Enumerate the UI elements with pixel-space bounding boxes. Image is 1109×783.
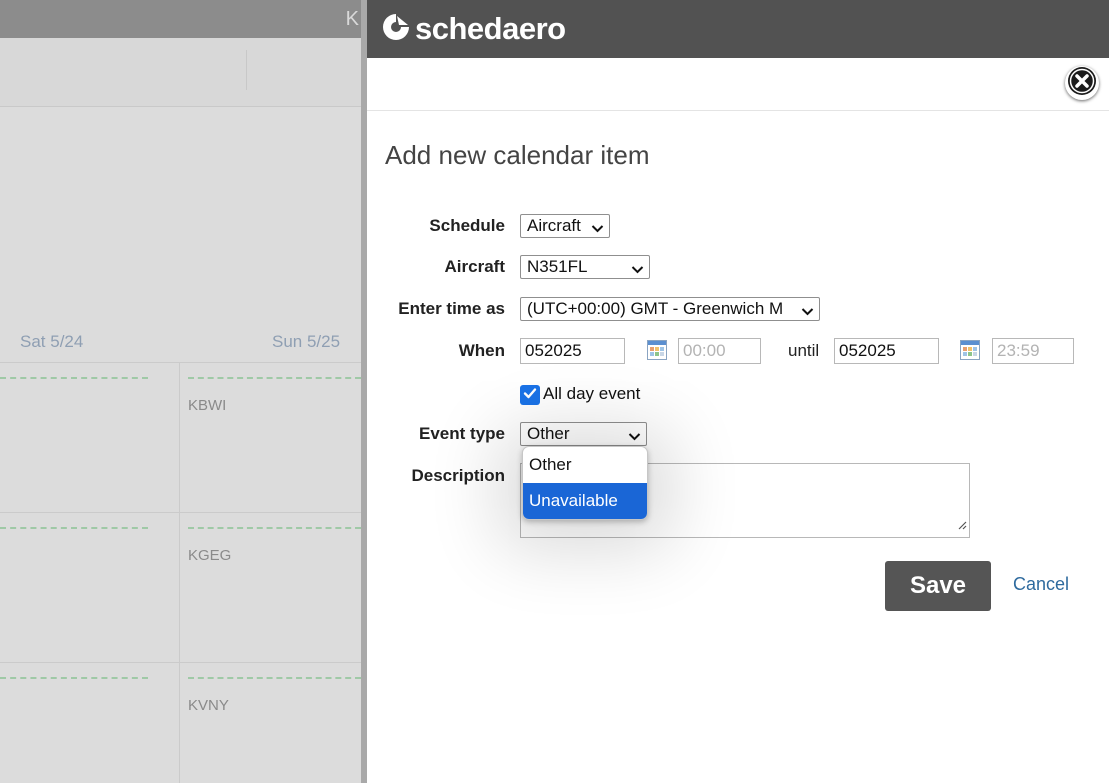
timezone-value: (UTC+00:00) GMT - Greenwich M bbox=[527, 299, 784, 318]
when-label: When bbox=[458, 341, 505, 360]
event-type-value: Other bbox=[527, 424, 570, 443]
airport-code: KVNY bbox=[188, 697, 229, 714]
schedule-select[interactable]: Aircraft bbox=[520, 214, 610, 238]
end-calendar-icon[interactable] bbox=[960, 340, 980, 360]
aircraft-select[interactable]: N351FL bbox=[520, 255, 650, 279]
aircraft-label: Aircraft bbox=[444, 257, 505, 276]
schedule-dash-line bbox=[0, 377, 148, 379]
until-label: until bbox=[788, 341, 820, 360]
close-button[interactable] bbox=[1065, 66, 1099, 100]
save-button[interactable]: Save bbox=[885, 561, 991, 611]
close-icon bbox=[1067, 66, 1097, 101]
schedule-value: Aircraft bbox=[527, 216, 581, 235]
all-day-checkbox[interactable] bbox=[520, 385, 540, 405]
event-type-dropdown: Other Unavailable bbox=[522, 446, 648, 520]
toolbar-separator bbox=[246, 50, 247, 90]
airport-code: KBWI bbox=[188, 397, 227, 414]
option-unavailable[interactable]: Unavailable bbox=[523, 483, 647, 519]
chevron-down-icon bbox=[591, 220, 604, 237]
calendar-toolbar bbox=[0, 38, 361, 107]
add-calendar-item-panel: schedaero Add new calendar item Schedule… bbox=[367, 0, 1109, 783]
end-date-input[interactable]: 052025 bbox=[834, 338, 939, 364]
airport-code: KGEG bbox=[188, 547, 232, 564]
end-time-input[interactable]: 23:59 bbox=[992, 338, 1074, 364]
chevron-down-icon bbox=[631, 261, 644, 278]
row-divider bbox=[0, 662, 361, 663]
option-other[interactable]: Other bbox=[523, 447, 647, 483]
cancel-link[interactable]: Cancel bbox=[1013, 574, 1069, 595]
background-calendar: K Sat 5/24 Sun 5/25 KBWI KGEG KVNY bbox=[0, 0, 361, 783]
schedule-dash-line bbox=[0, 527, 148, 529]
schedule-dash-line bbox=[188, 527, 361, 529]
description-label: Description bbox=[411, 466, 505, 485]
row-divider bbox=[0, 362, 361, 363]
schedaero-logo-icon bbox=[381, 12, 411, 47]
row-divider bbox=[0, 512, 361, 513]
timezone-label: Enter time as bbox=[398, 299, 505, 318]
checkmark-icon bbox=[523, 386, 537, 405]
chevron-down-icon bbox=[628, 428, 641, 445]
schedule-dash-line bbox=[188, 677, 361, 679]
panel-subbar bbox=[367, 58, 1109, 111]
schedule-dash-line bbox=[188, 377, 361, 379]
column-divider bbox=[179, 362, 180, 783]
resize-handle-icon[interactable] bbox=[957, 517, 967, 535]
calendar-topbar: K bbox=[0, 0, 361, 38]
day-header-sun: Sun 5/25 bbox=[272, 332, 341, 351]
logo-text: schedaero bbox=[415, 11, 566, 46]
panel-header: schedaero bbox=[367, 0, 1109, 58]
schedule-dash-line bbox=[0, 677, 148, 679]
start-date-input[interactable]: 052025 bbox=[520, 338, 625, 364]
schedule-label: Schedule bbox=[429, 216, 505, 235]
aircraft-value: N351FL bbox=[527, 257, 588, 276]
schedaero-logo: schedaero bbox=[381, 11, 566, 47]
page-title: Add new calendar item bbox=[385, 140, 650, 170]
day-header-sat: Sat 5/24 bbox=[20, 332, 84, 351]
all-day-label: All day event bbox=[543, 384, 641, 403]
start-time-input[interactable]: 00:00 bbox=[678, 338, 761, 364]
event-type-label: Event type bbox=[419, 424, 505, 443]
chevron-down-icon bbox=[801, 303, 814, 320]
timezone-select[interactable]: (UTC+00:00) GMT - Greenwich M bbox=[520, 297, 820, 321]
topbar-text: K bbox=[345, 8, 359, 30]
start-calendar-icon[interactable] bbox=[647, 340, 667, 360]
event-type-select[interactable]: Other bbox=[520, 422, 647, 446]
